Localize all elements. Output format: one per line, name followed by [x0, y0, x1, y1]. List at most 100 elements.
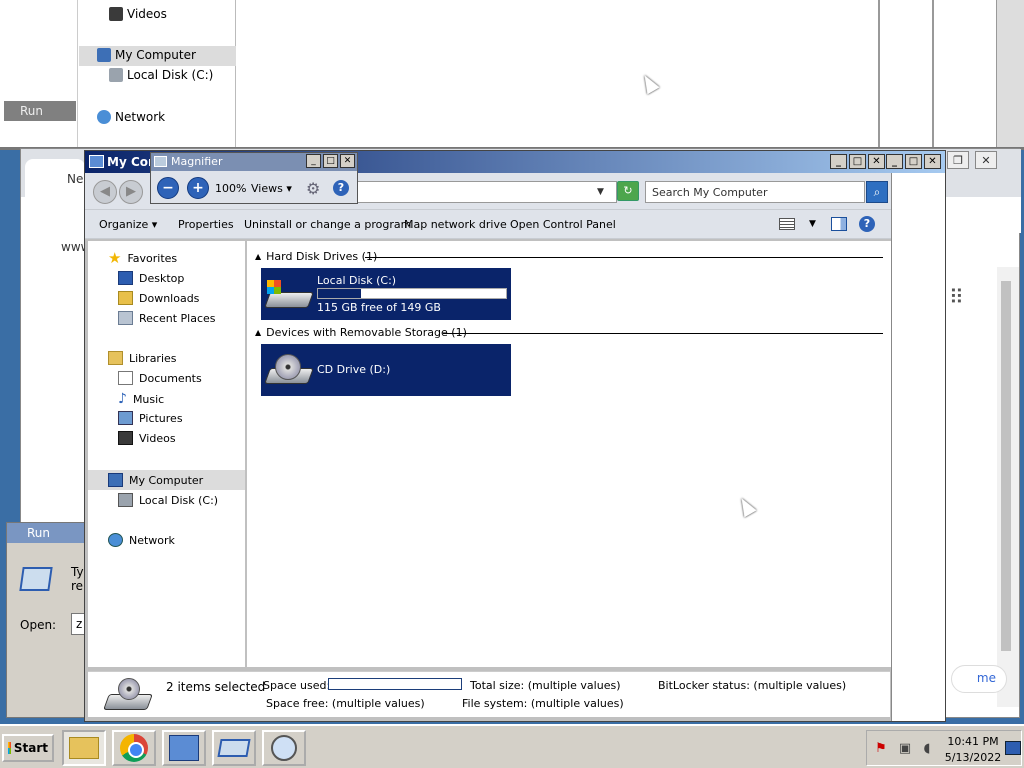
clock-time[interactable]: 10:41 PM [943, 735, 1003, 748]
removable-group-header[interactable]: ▲ Devices with Removable Storage (1) [255, 326, 467, 339]
nav-label: Favorites [127, 251, 178, 265]
taskbar-magnifier[interactable] [262, 730, 306, 766]
close-button[interactable]: ✕ [868, 154, 885, 169]
nav-documents[interactable]: Documents [118, 371, 202, 385]
magnified-nav-local-disk: Local Disk (C:) [109, 68, 213, 82]
magnified-nav-label: Network [115, 110, 166, 124]
chrome-home-button[interactable]: me [951, 665, 1007, 693]
help-icon[interactable]: ? [859, 216, 875, 232]
zoom-out-button[interactable]: − [157, 177, 179, 199]
windows-logo [267, 280, 281, 294]
action-center-icon[interactable]: ⚑ [873, 741, 889, 757]
taskbar-chrome[interactable] [112, 730, 156, 766]
magnified-scrollbar [996, 0, 1024, 147]
group-divider [365, 257, 883, 258]
chevron-down-icon[interactable]: ▼ [597, 187, 604, 197]
nav-pictures[interactable]: Pictures [118, 411, 183, 425]
magnifier-title: Magnifier [171, 155, 223, 168]
nav-network[interactable]: Network [108, 533, 175, 547]
nav-label: Documents [139, 371, 202, 385]
drive-tile-d[interactable]: CD Drive (D:) [261, 344, 511, 396]
map-drive-button[interactable]: Map network drive [404, 218, 507, 231]
nav-label: Pictures [139, 411, 183, 425]
hdd-group-header[interactable]: ▲ Hard Disk Drives (1) [255, 250, 377, 263]
minimize-button[interactable]: _ [830, 154, 847, 169]
nav-local-disk[interactable]: Local Disk (C:) [118, 493, 218, 507]
explorer-window-controls-2: _ □ ✕ [830, 154, 885, 169]
magnifier-titlebar[interactable]: Magnifier _ □ ✕ [151, 153, 357, 171]
organize-button[interactable]: Organize ▾ [99, 218, 157, 231]
network-tray-icon[interactable]: ▣ [897, 741, 913, 757]
help-icon[interactable]: ? [333, 180, 349, 196]
start-button[interactable]: Start [2, 734, 54, 762]
run-dialog[interactable]: Run Ty re: Open: z [6, 522, 93, 718]
magnified-divider [932, 0, 934, 147]
total-size: Total size: (multiple values) [470, 679, 621, 692]
close-button[interactable]: ✕ [975, 151, 997, 169]
control-panel-button[interactable]: Open Control Panel [510, 218, 616, 231]
computer-icon [108, 473, 123, 487]
uninstall-button[interactable]: Uninstall or change a program [244, 218, 411, 231]
close-button[interactable]: ✕ [924, 154, 941, 169]
views-dropdown[interactable]: Views ▾ [251, 182, 292, 195]
maximize-button[interactable]: □ [905, 154, 922, 169]
documents-icon [118, 371, 133, 385]
network-icon [108, 533, 123, 547]
change-view-icon[interactable] [779, 218, 795, 230]
nav-favorites[interactable]: ★ Favorites [108, 251, 178, 266]
nav-label: Local Disk (C:) [139, 493, 219, 507]
preview-pane-icon[interactable] [831, 217, 847, 231]
magnified-nav-videos: Videos [109, 7, 167, 21]
clock-date[interactable]: 5/13/2022 [943, 751, 1003, 764]
drive-body [264, 292, 314, 308]
chrome-scrollbar[interactable] [997, 267, 1019, 707]
gear-icon[interactable]: ⚙ [306, 179, 320, 198]
maximize-button[interactable]: □ [323, 154, 338, 168]
zoom-in-button[interactable]: + [187, 177, 209, 199]
cd-drive-icon [264, 354, 314, 386]
magnified-divider [878, 0, 880, 147]
nav-label: Network [129, 533, 175, 547]
show-desktop-icon[interactable] [1005, 741, 1021, 755]
group-header-label: Hard Disk Drives (1) [266, 250, 378, 263]
nav-desktop[interactable]: Desktop [118, 271, 184, 285]
drive-tile-c[interactable]: Local Disk (C:) 115 GB free of 149 GB [261, 268, 511, 320]
command-bar: Organize ▾ Properties Uninstall or chang… [85, 209, 945, 239]
refresh-icon[interactable]: ↻ [617, 181, 639, 201]
taskbar-server-manager[interactable] [162, 730, 206, 766]
magnifier-toolbar[interactable]: Magnifier _ □ ✕ − + 100% Views ▾ ⚙ ? [150, 152, 358, 204]
magnified-run-title: Run [4, 101, 76, 121]
explorer-window[interactable]: My Com _ □ ✕ _ □ ✕ ◀ ▶ ▼ ↻ Search My Com… [84, 150, 946, 722]
collapse-arrow-icon: ▲ [255, 252, 262, 261]
nav-libraries[interactable]: Libraries [108, 351, 177, 365]
minimize-button[interactable]: _ [886, 154, 903, 169]
properties-button[interactable]: Properties [178, 218, 234, 231]
nav-downloads[interactable]: Downloads [118, 291, 199, 305]
nav-my-computer[interactable]: My Computer [108, 473, 203, 487]
volume-icon[interactable]: ◖ [919, 741, 935, 757]
search-input[interactable]: Search My Computer [645, 181, 865, 203]
apps-grid-icon[interactable]: ⠿ [949, 285, 964, 309]
chevron-down-icon[interactable]: ▼ [809, 219, 816, 229]
taskbar-explorer[interactable] [62, 730, 106, 766]
forward-button[interactable]: ▶ [119, 180, 143, 204]
address-bar[interactable] [345, 181, 617, 203]
nav-recent-places[interactable]: Recent Places [118, 311, 216, 325]
drives-icon [103, 678, 153, 712]
close-button[interactable]: ✕ [340, 154, 355, 168]
space-used-label: Space used: [263, 679, 331, 692]
maximize-button[interactable]: □ [849, 154, 866, 169]
selection-count: 2 items selected [166, 680, 266, 694]
music-icon: ♪ [118, 391, 127, 407]
chrome-scroll-thumb[interactable] [1001, 281, 1011, 651]
search-icon[interactable]: ⌕ [866, 181, 888, 203]
restore-button[interactable]: ❐ [947, 151, 969, 169]
file-system: File system: (multiple values) [462, 697, 624, 710]
taskbar-run[interactable] [212, 730, 256, 766]
bitlocker-status: BitLocker status: (multiple values) [658, 679, 847, 692]
magnified-left-strip [0, 0, 78, 147]
minimize-button[interactable]: _ [306, 154, 321, 168]
nav-videos[interactable]: Videos [118, 431, 176, 445]
back-button[interactable]: ◀ [93, 180, 117, 204]
nav-music[interactable]: ♪ Music [118, 391, 164, 407]
